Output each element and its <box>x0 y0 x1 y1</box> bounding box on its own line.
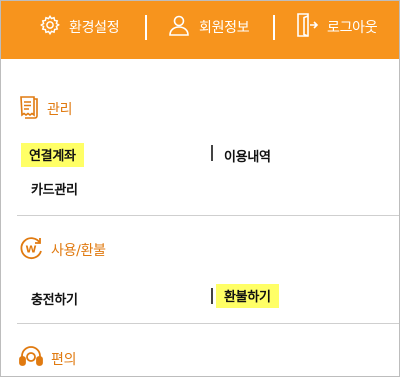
nav-separator <box>145 15 147 40</box>
top-nav-bar: 환경설정 회원정보 로그아웃 <box>1 1 399 59</box>
item-separator <box>211 288 213 304</box>
menu-refund[interactable]: 환불하기 <box>216 284 279 308</box>
section-divider <box>17 323 399 324</box>
convenience-section-title: 편의 <box>51 352 77 368</box>
menu-linked-account[interactable]: 연결계좌 <box>21 143 84 167</box>
settings-button[interactable]: 환경설정 <box>39 1 120 53</box>
logout-door-icon <box>295 12 319 42</box>
user-icon <box>167 13 191 41</box>
convenience-section-header: 편의 <box>17 343 76 375</box>
top-bar-bottom-edge <box>1 53 399 59</box>
svg-text:W: W <box>25 245 36 256</box>
section-divider <box>17 215 399 216</box>
logout-label: 로그아웃 <box>327 20 378 36</box>
menu-card-management[interactable]: 카드관리 <box>31 179 78 198</box>
member-info-label: 회원정보 <box>199 20 250 36</box>
member-info-button[interactable]: 회원정보 <box>167 1 250 53</box>
headset-icon <box>17 343 45 375</box>
usage-refund-section-title: 사용/환불 <box>51 243 106 259</box>
won-refresh-icon: W <box>17 234 45 266</box>
settings-label: 환경설정 <box>69 20 120 36</box>
app-frame: 환경설정 회원정보 로그아웃 관리 연결계좌 이용내역 카드관리 W 사용/환불… <box>0 0 400 377</box>
manage-section-title: 관리 <box>47 102 73 118</box>
menu-usage-history[interactable]: 이용내역 <box>224 146 271 165</box>
receipt-icon <box>17 94 41 124</box>
manage-section-header: 관리 <box>17 94 72 124</box>
nav-separator <box>273 15 275 40</box>
item-separator <box>211 145 213 161</box>
usage-refund-section-header: W 사용/환불 <box>17 234 106 266</box>
menu-charge[interactable]: 충전하기 <box>31 289 78 308</box>
gear-icon <box>39 14 61 40</box>
logout-button[interactable]: 로그아웃 <box>295 1 378 53</box>
